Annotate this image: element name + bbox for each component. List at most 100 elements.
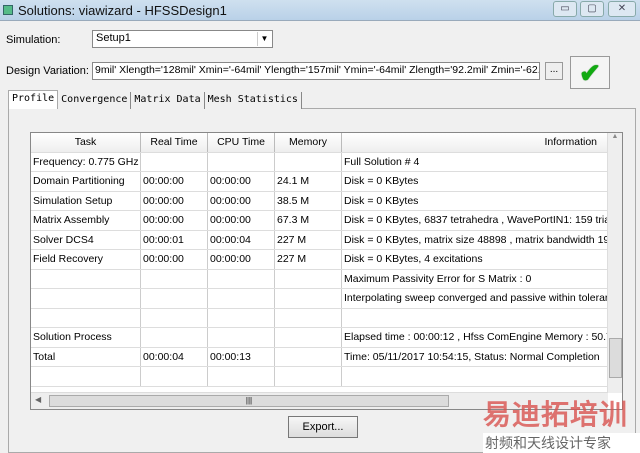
- table-cell: [31, 289, 141, 308]
- table-cell: 227 M: [275, 230, 342, 249]
- table-row[interactable]: Domain Partitioning 00:00:00 00:00:00 24.1 …: [31, 172, 608, 192]
- table-row[interactable]: Simulation Setup 00:00:00 00:00:00 38.5 M Di…: [31, 191, 608, 211]
- table-cell: [141, 328, 208, 347]
- watermark-logo: 易迪拓培训 射频和天线设计专家: [483, 393, 640, 453]
- table-row[interactable]: [31, 308, 608, 328]
- scroll-left-icon[interactable]: ◀: [35, 395, 41, 404]
- table-cell: [31, 308, 141, 327]
- table-row[interactable]: Field Recovery 00:00:00 00:00:00 227 M Disk …: [31, 250, 608, 270]
- table-cell: 00:00:00: [208, 172, 275, 191]
- table-row[interactable]: Solution Process Elapsed time : 00:00:12 …: [31, 328, 608, 348]
- vertical-scroll-thumb[interactable]: [609, 338, 622, 378]
- tab-matrix-data[interactable]: Matrix Data: [131, 92, 205, 109]
- table-cell: Solution Process: [31, 328, 141, 347]
- header-real-time[interactable]: Real Time: [141, 133, 208, 152]
- table-cell: [208, 289, 275, 308]
- browse-variation-button[interactable]: ...: [545, 62, 563, 80]
- table-cell: [208, 367, 275, 386]
- vertical-scrollbar[interactable]: ▲: [607, 133, 622, 393]
- table-cell: [141, 308, 208, 327]
- table-row[interactable]: [31, 367, 608, 387]
- table-cell: Simulation Setup: [31, 191, 141, 210]
- design-variation-label: Design Variation:: [6, 65, 89, 77]
- table-row[interactable]: Maximum Passivity Error for S Matrix : 0: [31, 269, 608, 289]
- table-cell: 00:00:00: [141, 211, 208, 230]
- table-cell: Matrix Assembly: [31, 211, 141, 230]
- table-cell: 00:00:00: [141, 172, 208, 191]
- table-row[interactable]: Matrix Assembly 00:00:00 00:00:00 67.3 M Dis…: [31, 211, 608, 231]
- table-cell: [275, 328, 342, 347]
- table-cell: 00:00:00: [141, 191, 208, 210]
- table-cell: [275, 152, 342, 171]
- table-header: Task Real Time CPU Time Memory Informati…: [31, 133, 608, 153]
- design-variation-field[interactable]: 9mil' Xlength='128mil' Xmin='-64mil' Yle…: [92, 62, 540, 80]
- tab-mesh-statistics[interactable]: Mesh Statistics: [204, 92, 302, 109]
- table-cell: Time: 05/11/2017 10:54:15, Status: Norma…: [344, 350, 600, 363]
- table-cell: 00:00:00: [208, 211, 275, 230]
- table-cell: [141, 367, 208, 386]
- close-button[interactable]: ✕: [608, 1, 636, 17]
- table-cell: [208, 152, 275, 171]
- table-row[interactable]: Total 00:00:04 00:00:13 Time: 05/11/2017 10…: [31, 347, 608, 367]
- table-cell: Full Solution # 4: [344, 155, 420, 168]
- checkmark-icon: ✔: [570, 56, 610, 89]
- minimize-button[interactable]: ▭: [553, 1, 577, 17]
- table-cell: [208, 328, 275, 347]
- table-cell: 00:00:04: [141, 347, 208, 366]
- table-cell: 24.1 M: [275, 172, 342, 191]
- tab-profile[interactable]: Profile: [8, 90, 59, 109]
- table-cell: Disk = 0 KBytes, 6837 tetrahedra , WaveP…: [344, 214, 608, 226]
- header-information[interactable]: Information: [342, 133, 608, 152]
- simulation-value: Setup1: [96, 32, 131, 44]
- scroll-up-icon[interactable]: ▲: [608, 133, 622, 140]
- table-cell: [275, 269, 342, 288]
- table-cell: 00:00:00: [208, 250, 275, 269]
- table-cell: Elapsed time : 00:00:12 , Hfss ComEngine…: [344, 331, 608, 343]
- title-bar: Solutions: viawizard - HFSSDesign1 ▭ ▢ ✕: [0, 0, 640, 21]
- table-cell: 00:00:13: [208, 347, 275, 366]
- table-cell: [275, 289, 342, 308]
- header-cpu-time[interactable]: CPU Time: [208, 133, 275, 152]
- table-cell: Domain Partitioning: [31, 172, 141, 191]
- simulation-label: Simulation:: [6, 34, 61, 46]
- header-task[interactable]: Task: [31, 133, 141, 152]
- table-cell: 00:00:00: [208, 191, 275, 210]
- table-cell: Disk = 0 KBytes, 4 excitations: [344, 253, 483, 265]
- table-cell: Solver DCS4: [31, 230, 141, 249]
- table-cell: 00:00:04: [208, 230, 275, 249]
- chevron-down-icon[interactable]: ▼: [257, 32, 271, 46]
- table-cell: Field Recovery: [31, 250, 141, 269]
- horizontal-scroll-thumb[interactable]: |||: [49, 395, 449, 407]
- export-button[interactable]: Export...: [288, 416, 358, 438]
- tab-convergence[interactable]: Convergence: [58, 92, 132, 109]
- profile-table: Task Real Time CPU Time Memory Informati…: [30, 132, 623, 410]
- table-cell: [275, 347, 342, 366]
- table-cell: Total: [31, 347, 141, 366]
- window-title: Solutions: viawizard - HFSSDesign1: [18, 3, 227, 18]
- table-cell: 00:00:00: [141, 250, 208, 269]
- header-memory[interactable]: Memory: [275, 133, 342, 152]
- table-cell: Disk = 0 KBytes, matrix size 48898 , mat…: [344, 233, 608, 246]
- table-cell: Interpolating sweep converged and passiv…: [344, 292, 608, 304]
- table-row[interactable]: Solver DCS4 00:00:01 00:00:04 227 M Disk = 0…: [31, 230, 608, 250]
- table-cell: [275, 367, 342, 386]
- table-cell: [208, 269, 275, 288]
- table-row[interactable]: Frequency: 0.775 GHz Full Solution # 4: [31, 152, 608, 172]
- table-cell: 227 M: [275, 250, 342, 269]
- app-icon: [3, 5, 13, 15]
- simulation-select[interactable]: Setup1 ▼: [92, 30, 273, 48]
- table-cell: [31, 269, 141, 288]
- table-cell: [141, 289, 208, 308]
- table-cell: [342, 309, 608, 328]
- table-cell: [342, 367, 608, 386]
- maximize-button[interactable]: ▢: [580, 1, 604, 17]
- table-cell: 67.3 M: [275, 211, 342, 230]
- table-cell: Disk = 0 KBytes: [344, 175, 419, 187]
- table-row[interactable]: Interpolating sweep converged and passiv…: [31, 289, 608, 309]
- table-cell: [208, 308, 275, 327]
- tab-bar: Profile Convergence Matrix Data Mesh Sta…: [8, 90, 302, 109]
- table-cell: Frequency: 0.775 GHz: [31, 152, 141, 171]
- table-cell: 38.5 M: [275, 191, 342, 210]
- table-cell: 00:00:01: [141, 230, 208, 249]
- table-cell: [275, 308, 342, 327]
